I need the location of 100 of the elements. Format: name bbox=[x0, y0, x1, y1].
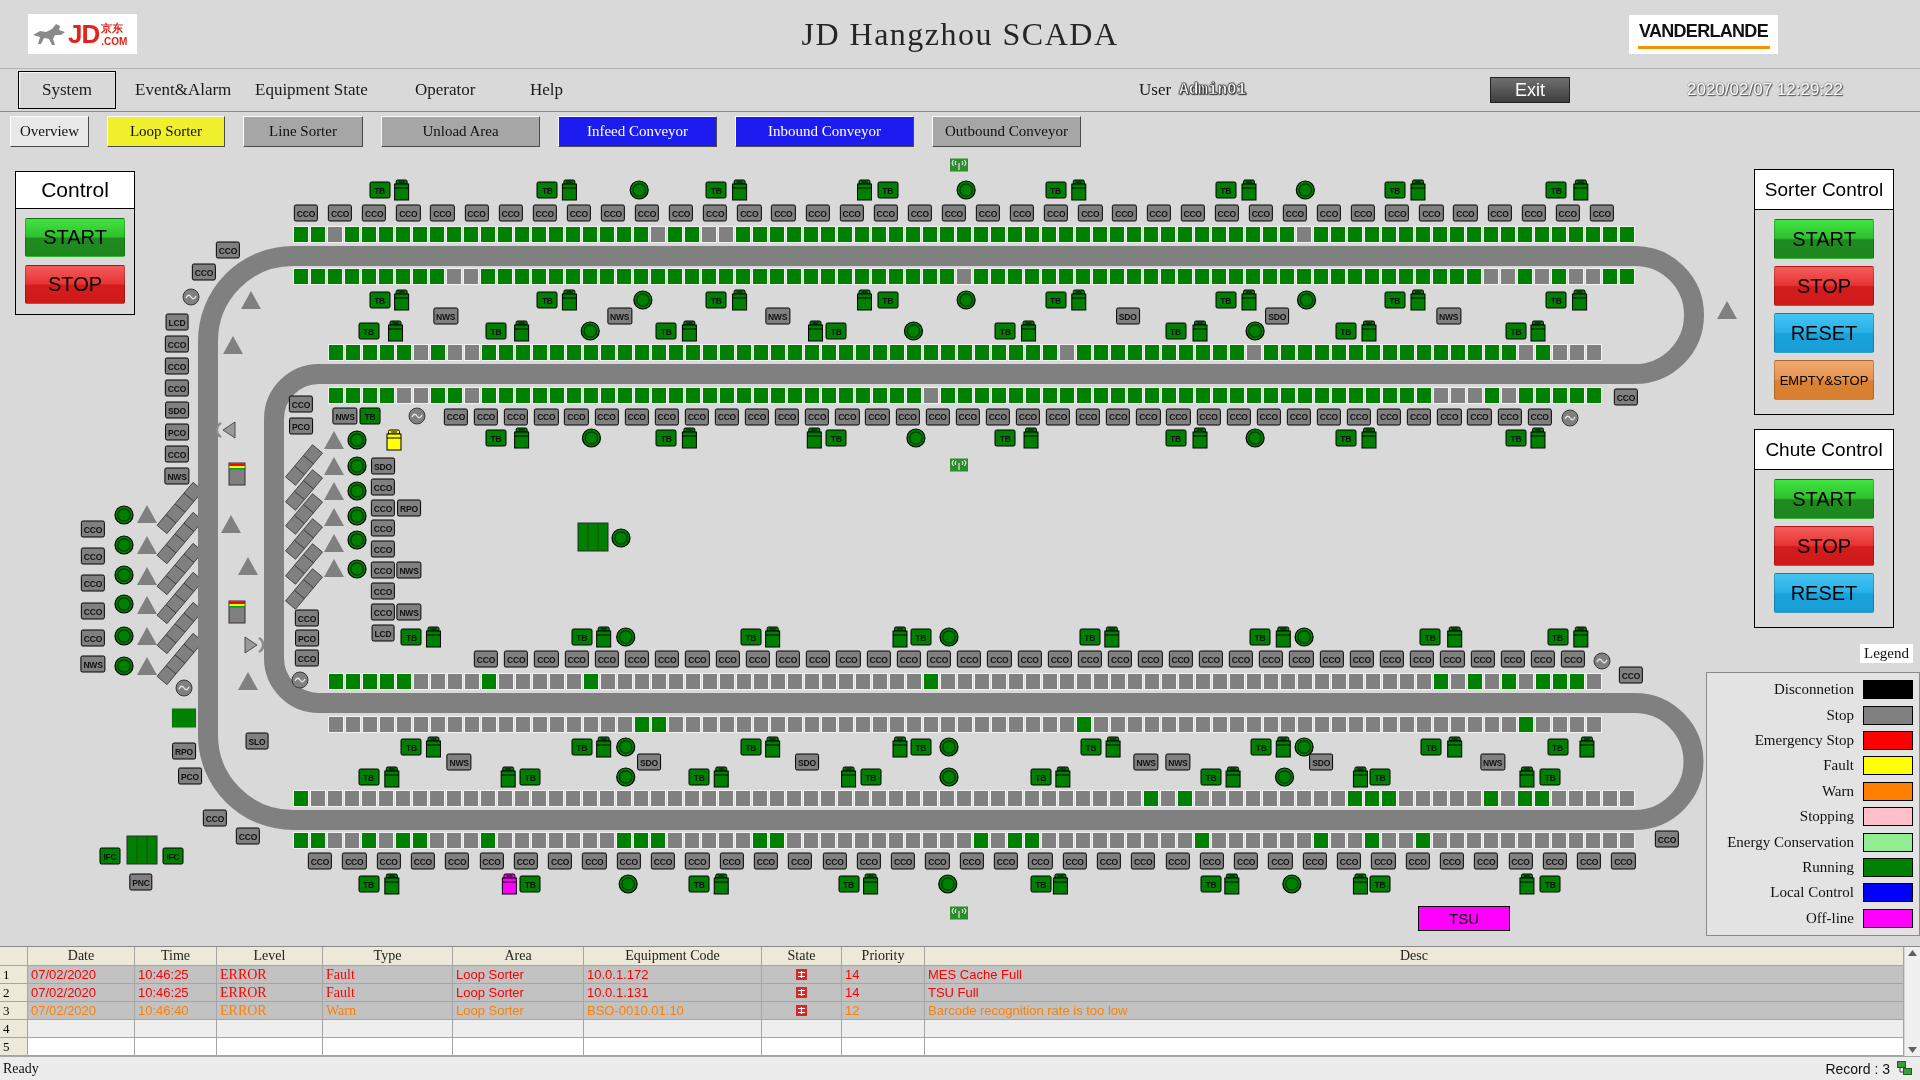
equipment-tag: TB bbox=[369, 291, 391, 309]
equipment-tag: CCO bbox=[856, 852, 881, 870]
equipment-tag: CCO bbox=[547, 852, 573, 870]
app-title: JD Hangzhou SCADA bbox=[801, 15, 1119, 53]
equipment-tag: CCO bbox=[703, 204, 728, 222]
equipment-tag: CCO bbox=[443, 408, 469, 425]
triangle-icon bbox=[137, 596, 157, 614]
start-button[interactable]: START bbox=[25, 218, 125, 257]
equipment-tag: IFC bbox=[99, 847, 121, 865]
equipment-tag: CCO bbox=[430, 204, 455, 222]
equipment-tag: CCO bbox=[80, 547, 106, 565]
equipment-tag: CCO bbox=[164, 379, 190, 397]
equipment-tag: CCO bbox=[1316, 204, 1342, 222]
equipment-tag: CCO bbox=[513, 852, 538, 870]
equipment-tag: TB bbox=[1335, 429, 1357, 447]
arrow-down-icon[interactable] bbox=[1908, 1047, 1917, 1053]
equipment-tag: CCO bbox=[600, 204, 626, 222]
equipment-tag: CCO bbox=[634, 204, 660, 222]
arrow-up-icon[interactable] bbox=[1908, 950, 1917, 956]
equipment-tag: CCO bbox=[1440, 650, 1465, 668]
equipment-tag: CCO bbox=[737, 204, 762, 222]
menu-item[interactable]: Event&Alarm bbox=[135, 71, 255, 109]
area-tab[interactable]: Unload Area bbox=[381, 115, 540, 147]
record-count: Record : 3 bbox=[1825, 1060, 1890, 1077]
stop-button[interactable]: STOP bbox=[1774, 266, 1874, 306]
triangle-icon bbox=[324, 431, 344, 449]
reset-button[interactable]: RESET bbox=[1774, 573, 1874, 613]
equipment-tag: TB bbox=[1045, 291, 1066, 309]
equipment-tag: CCO bbox=[715, 650, 740, 668]
equipment-tag: NWS bbox=[446, 753, 472, 771]
stop-button[interactable]: STOP bbox=[25, 265, 125, 304]
user-label: User bbox=[1139, 80, 1172, 100]
equipment-tag: TB bbox=[838, 875, 860, 893]
equipment-tag: RPO bbox=[172, 742, 196, 760]
equipment-tag: CCO bbox=[753, 852, 779, 870]
equipment-tag: CCO bbox=[191, 263, 217, 281]
equipment-tag: CCO bbox=[473, 408, 499, 425]
equipment-tag: TB bbox=[1547, 628, 1569, 646]
area-tab[interactable]: Loop Sorter bbox=[107, 115, 225, 147]
empty-stop-button[interactable]: EMPTY&STOP bbox=[1774, 360, 1874, 400]
scrollbar[interactable] bbox=[1904, 947, 1920, 1056]
equipment-tag: CCO bbox=[376, 852, 401, 870]
area-tab[interactable]: Line Sorter bbox=[243, 115, 363, 147]
reset-button[interactable]: RESET bbox=[1774, 313, 1874, 353]
stop-button[interactable]: STOP bbox=[1774, 526, 1874, 566]
area-tab[interactable]: Inbound Conveyor bbox=[735, 115, 914, 147]
antenna-icon bbox=[950, 906, 968, 920]
equipment-tag: CCO bbox=[685, 650, 710, 668]
start-button[interactable]: START bbox=[1774, 479, 1874, 519]
menu-item[interactable]: System bbox=[18, 71, 116, 109]
area-tab[interactable]: Outbound Conveyor bbox=[932, 115, 1081, 147]
equipment-tag: TB bbox=[910, 738, 932, 756]
equipment-tag: CCO bbox=[1286, 408, 1311, 425]
equipment-tag: CCO bbox=[655, 650, 680, 668]
equipment-tag: CCO bbox=[464, 204, 489, 222]
equipment-tag: CCO bbox=[1405, 852, 1430, 870]
column-header: State bbox=[762, 947, 842, 966]
menu-item[interactable]: Equipment State bbox=[255, 71, 415, 109]
equipment-tag: CCO bbox=[1062, 852, 1087, 870]
equipment-tag: CCO bbox=[1248, 204, 1273, 222]
equipment-tag: CCO bbox=[1256, 408, 1281, 425]
equipment-tag: CCO bbox=[1527, 408, 1552, 425]
exit-button[interactable]: Exit bbox=[1490, 77, 1570, 103]
equipment-tag: CCO bbox=[534, 408, 559, 425]
equipment-tag: TB bbox=[369, 181, 391, 199]
equipment-tag: TB bbox=[910, 628, 932, 646]
equipment-tag: CCO bbox=[896, 650, 921, 668]
column-header: Equipment Code bbox=[584, 947, 762, 966]
row-number: 3 bbox=[0, 1002, 28, 1020]
equipment-tag: TB bbox=[485, 322, 507, 340]
panel-title: Sorter Control bbox=[1755, 170, 1893, 210]
equipment-tag: TB bbox=[994, 429, 1016, 447]
menu-item[interactable]: Help bbox=[530, 71, 590, 109]
equipment-tag: CCO bbox=[1613, 388, 1639, 406]
equipment-tag: CCO bbox=[1009, 204, 1035, 222]
menu-item[interactable]: Operator bbox=[415, 71, 530, 109]
area-tab[interactable]: Overview bbox=[10, 115, 89, 147]
equipment-tag: CCO bbox=[1259, 650, 1284, 668]
equipment-tag: SDO bbox=[795, 753, 819, 771]
equipment-tag: TB bbox=[1080, 738, 1102, 756]
unit-tag: TSU bbox=[1418, 906, 1510, 931]
equipment-tag: CCO bbox=[1166, 408, 1191, 425]
triangle-icon bbox=[238, 672, 258, 690]
equipment-tag: LCD bbox=[371, 624, 395, 642]
equipment-tag: TB bbox=[740, 628, 762, 646]
equipment-tag: TB bbox=[536, 291, 558, 309]
equipment-tag: CCO bbox=[1289, 650, 1314, 668]
equipment-tag: CCO bbox=[788, 852, 813, 870]
equipment-tag: CCO bbox=[1542, 852, 1567, 870]
equipment-tag: CCO bbox=[1316, 408, 1342, 425]
equipment-tag: SDO bbox=[371, 457, 395, 475]
triangle-icon bbox=[137, 536, 157, 554]
equipment-tag: TB bbox=[358, 768, 380, 786]
equipment-tag: TB bbox=[536, 181, 558, 199]
column-header: Date bbox=[28, 947, 135, 966]
triangle-arc-icon bbox=[244, 636, 265, 654]
equipment-tag: CCO bbox=[594, 650, 619, 668]
area-tab[interactable]: Infeed Conveyor bbox=[558, 115, 717, 147]
start-button[interactable]: START bbox=[1774, 219, 1874, 259]
equipment-tag: TB bbox=[400, 738, 422, 756]
